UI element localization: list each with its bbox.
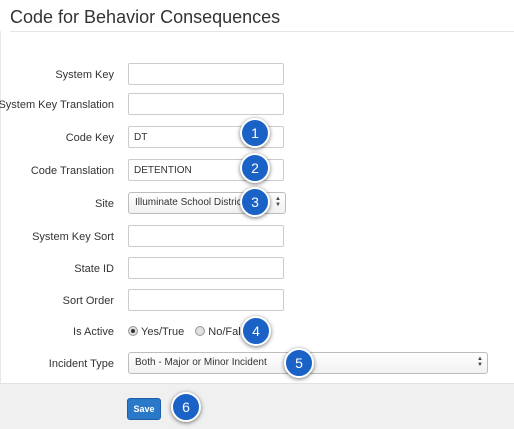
select-chevrons-icon: ▲ ▼ <box>477 356 483 368</box>
callout-badge-2: 2 <box>240 153 270 183</box>
system-key-translation-row: System Key Translation <box>0 93 514 117</box>
is-active-yes-radio[interactable] <box>128 326 138 336</box>
system-key-label: System Key <box>55 69 114 81</box>
system-key-sort-row: System Key Sort <box>1 225 514 249</box>
sort-order-row: Sort Order <box>1 289 514 313</box>
callout-badge-3: 3 <box>240 187 270 217</box>
callout-badge-4: 4 <box>241 316 271 346</box>
incident-type-select-value: Both - Major or Minor Incident <box>135 357 267 368</box>
code-key-label: Code Key <box>65 132 114 144</box>
state-id-row: State ID <box>1 257 514 281</box>
system-key-translation-label: System Key Translation <box>0 99 114 111</box>
code-translation-label: Code Translation <box>30 165 114 177</box>
incident-type-label: Incident Type <box>48 358 114 370</box>
incident-type-row: Incident Type Both - Major or Minor Inci… <box>1 352 514 376</box>
callout-badge-1: 1 <box>240 118 270 148</box>
system-key-input[interactable] <box>128 63 284 85</box>
callout-badge-6: 6 <box>171 392 201 422</box>
state-id-label: State ID <box>74 263 114 275</box>
system-key-row: System Key <box>1 63 514 87</box>
system-key-sort-label: System Key Sort <box>32 231 114 243</box>
is-active-no-radio[interactable] <box>195 326 206 336</box>
is-active-label: Is Active <box>73 326 114 338</box>
page-title: Code for Behavior Consequences <box>10 7 281 27</box>
site-label: Site <box>95 198 114 210</box>
is-active-yes-label[interactable]: Yes/True <box>141 326 184 338</box>
save-button[interactable]: Save <box>127 398 161 420</box>
form-actions-bar: Save <box>0 383 514 429</box>
state-id-input[interactable] <box>128 257 284 279</box>
callout-badge-5: 5 <box>284 348 314 378</box>
system-key-translation-input[interactable] <box>128 93 284 115</box>
sort-order-input[interactable] <box>128 289 284 311</box>
site-select-value: Illuminate School District <box>135 197 245 208</box>
select-chevrons-icon: ▲ ▼ <box>275 196 281 208</box>
sort-order-label: Sort Order <box>62 295 114 307</box>
system-key-sort-input[interactable] <box>128 225 284 247</box>
